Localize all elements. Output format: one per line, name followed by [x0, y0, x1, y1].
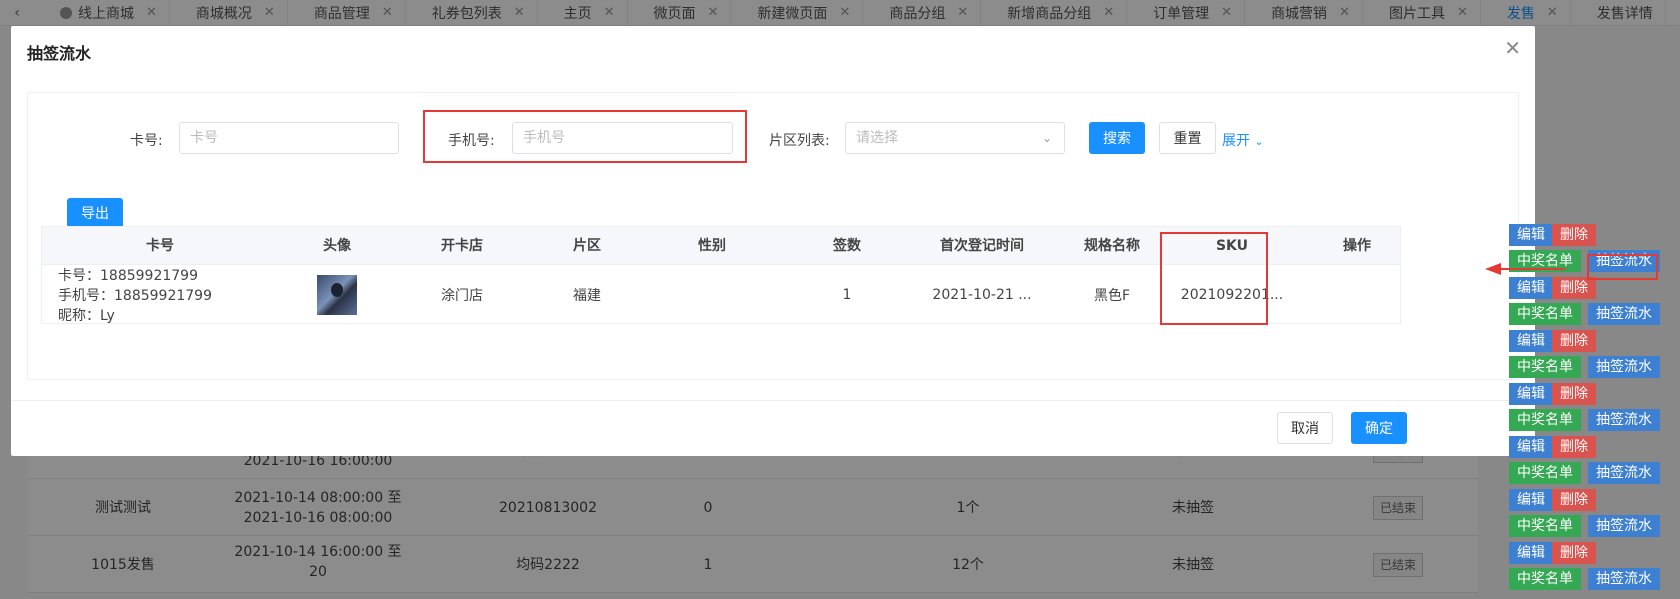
- cell-lots: 1: [842, 287, 852, 303]
- highlight-box-sku: [1160, 232, 1268, 325]
- th-action: 操作: [1343, 238, 1371, 254]
- lottery-flow-button[interactable]: 抽签流水: [1588, 515, 1660, 537]
- dialog-title: 抽签流水: [27, 44, 92, 63]
- area-select[interactable]: 请选择 ⌄: [845, 122, 1065, 154]
- th-card: 卡号: [146, 238, 174, 254]
- delete-button[interactable]: 删除: [1552, 436, 1596, 458]
- card-number: 卡号：18859921799: [58, 268, 198, 284]
- lottery-flow-button[interactable]: 抽签流水: [1588, 568, 1660, 590]
- lottery-flow-dialog: 抽签流水 ✕ 卡号: 手机号: 片区列表: 请选择 ⌄ 搜索 重置 展开 ⌄ 导…: [11, 26, 1535, 456]
- edit-button[interactable]: 编辑: [1509, 542, 1553, 564]
- phone-number: 手机号：18859921799: [58, 288, 212, 304]
- cell-first-time: 2021-10-21 ...: [932, 287, 1032, 303]
- edit-button[interactable]: 编辑: [1509, 277, 1553, 299]
- delete-button[interactable]: 删除: [1552, 330, 1596, 352]
- card-input[interactable]: [179, 122, 399, 154]
- delete-button[interactable]: 删除: [1552, 224, 1596, 246]
- th-lots: 签数: [833, 238, 861, 254]
- expand-link[interactable]: 展开 ⌄: [1222, 130, 1264, 150]
- lottery-flow-button[interactable]: 抽签流水: [1588, 356, 1660, 378]
- edit-button[interactable]: 编辑: [1509, 436, 1553, 458]
- cell-area: 福建: [573, 288, 601, 304]
- dialog-footer: 取消 确定: [11, 400, 1535, 456]
- close-icon[interactable]: ✕: [1504, 36, 1521, 60]
- search-button[interactable]: 搜索: [1089, 122, 1145, 154]
- chevron-down-icon: ⌄: [1041, 131, 1052, 145]
- cell-store: 涂门店: [441, 288, 483, 304]
- cell-spec: 黑色F: [1093, 288, 1131, 304]
- winners-button[interactable]: 中奖名单: [1509, 568, 1581, 590]
- edit-button[interactable]: 编辑: [1509, 383, 1553, 405]
- avatar: [317, 275, 357, 315]
- edit-button[interactable]: 编辑: [1509, 489, 1553, 511]
- lottery-flow-button[interactable]: 抽签流水: [1588, 409, 1660, 431]
- edit-button[interactable]: 编辑: [1509, 224, 1553, 246]
- edit-button[interactable]: 编辑: [1509, 330, 1553, 352]
- th-store: 开卡店: [441, 238, 483, 254]
- reset-button[interactable]: 重置: [1159, 122, 1216, 154]
- export-button[interactable]: 导出: [67, 198, 123, 228]
- confirm-button[interactable]: 确定: [1351, 412, 1407, 444]
- winners-button[interactable]: 中奖名单: [1509, 515, 1581, 537]
- th-spec: 规格名称: [1084, 238, 1140, 254]
- expand-label: 展开: [1222, 133, 1250, 149]
- winners-button[interactable]: 中奖名单: [1509, 356, 1581, 378]
- member-info: 卡号：18859921799 手机号：18859921799 昵称：Ly: [58, 265, 288, 326]
- winners-button[interactable]: 中奖名单: [1509, 303, 1581, 325]
- lottery-flow-button[interactable]: 抽签流水: [1588, 303, 1660, 325]
- cancel-button[interactable]: 取消: [1277, 412, 1333, 444]
- cell-gender: [652, 265, 772, 325]
- winners-button[interactable]: 中奖名单: [1509, 462, 1581, 484]
- delete-button[interactable]: 删除: [1552, 542, 1596, 564]
- th-first-time: 首次登记时间: [940, 238, 1024, 254]
- card-label: 卡号:: [130, 133, 163, 149]
- annotation-arrow-icon: [1485, 263, 1565, 275]
- area-select-placeholder: 请选择: [856, 130, 898, 146]
- area-label: 片区列表:: [769, 133, 830, 149]
- th-avatar: 头像: [323, 238, 351, 254]
- nickname: 昵称：Ly: [58, 308, 115, 324]
- winners-button[interactable]: 中奖名单: [1509, 409, 1581, 431]
- delete-button[interactable]: 删除: [1552, 277, 1596, 299]
- delete-button[interactable]: 删除: [1552, 489, 1596, 511]
- delete-button[interactable]: 删除: [1552, 383, 1596, 405]
- chevron-down-icon: ⌄: [1254, 135, 1264, 148]
- highlight-box-phone: [423, 110, 747, 163]
- highlight-box-lottery-button: [1587, 254, 1658, 280]
- lottery-flow-button[interactable]: 抽签流水: [1588, 462, 1660, 484]
- th-area: 片区: [573, 238, 601, 254]
- th-gender: 性别: [698, 238, 726, 254]
